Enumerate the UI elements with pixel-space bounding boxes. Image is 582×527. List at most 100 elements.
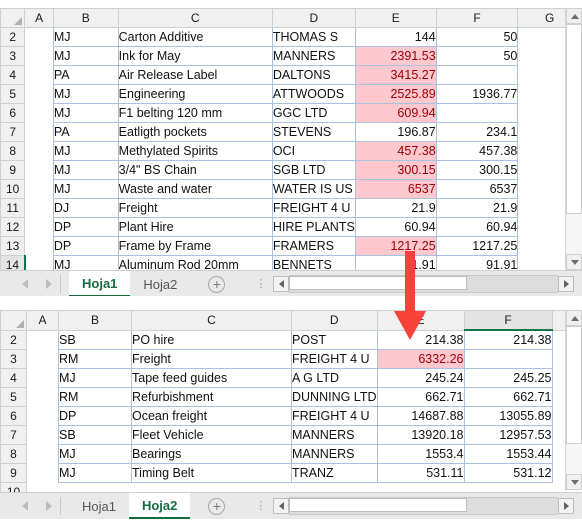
- sheet-tabs-bottom[interactable]: Hoja1 Hoja2: [69, 493, 191, 519]
- cell-E5[interactable]: 662.71: [376, 387, 465, 407]
- cell-C9[interactable]: Timing Belt: [131, 463, 292, 483]
- cell-B9[interactable]: MJ: [52, 160, 119, 180]
- cell-B2[interactable]: SB: [58, 329, 132, 350]
- cell-B8[interactable]: MJ: [58, 444, 132, 464]
- cell-D4[interactable]: A G LTD: [291, 368, 378, 388]
- table-row[interactable]: 8 MJ Methylated Spirits OCI 457.38 457.38: [0, 141, 582, 161]
- row-header-11[interactable]: 11: [0, 198, 26, 218]
- cell-C2[interactable]: PO hire: [131, 329, 292, 350]
- scroll-track[interactable]: [566, 214, 582, 254]
- cell-D10[interactable]: WATER IS US: [271, 179, 356, 199]
- cell-D4[interactable]: DALTONS: [271, 65, 356, 85]
- cell-E3[interactable]: 6332.26: [376, 349, 465, 369]
- cell-D3[interactable]: FREIGHT 4 U: [291, 349, 378, 369]
- cell-C11[interactable]: Freight: [117, 198, 273, 218]
- table-row[interactable]: 8 MJ Bearings MANNERS 1553.4 1553.44: [0, 444, 576, 464]
- cell-A11[interactable]: [24, 198, 54, 218]
- cell-B4[interactable]: MJ: [58, 368, 132, 388]
- cell-A2[interactable]: [24, 27, 54, 47]
- row-header-3[interactable]: 3: [0, 349, 27, 369]
- hscroll-left-button[interactable]: [273, 498, 290, 514]
- cell-E9[interactable]: 300.15: [354, 160, 437, 180]
- column-header-a[interactable]: A: [24, 8, 54, 28]
- cell-C4[interactable]: Tape feed guides: [131, 368, 292, 388]
- cell-A12[interactable]: [24, 217, 54, 237]
- cell-D6[interactable]: FREIGHT 4 U: [291, 406, 378, 426]
- sheet-nav-buttons[interactable]: [0, 279, 52, 289]
- cell-F12[interactable]: 60.94: [435, 217, 519, 237]
- cell-E7[interactable]: 196.87: [354, 122, 437, 142]
- cell-B7[interactable]: SB: [58, 425, 132, 445]
- cell-F5[interactable]: 1936.77: [435, 84, 519, 104]
- row-header-7[interactable]: 7: [0, 122, 26, 142]
- table-row[interactable]: 7 SB Fleet Vehicle MANNERS 13920.18 12957.53: [0, 425, 576, 445]
- row-header-4[interactable]: 4: [0, 368, 27, 388]
- cell-F13[interactable]: 1217.25: [435, 236, 519, 256]
- cell-F7[interactable]: 234.1: [435, 122, 519, 142]
- cell-A13[interactable]: [24, 236, 54, 256]
- cell-C3[interactable]: Ink for May: [117, 46, 273, 66]
- cell-D13[interactable]: FRAMERS: [271, 236, 356, 256]
- table-row[interactable]: 11 DJ Freight FREIGHT 4 U 21.9 21.9: [0, 198, 582, 218]
- cell-A5[interactable]: [26, 387, 59, 407]
- column-header-d[interactable]: D: [291, 310, 378, 331]
- scroll-down-button[interactable]: [566, 254, 582, 270]
- row-header-7[interactable]: 7: [0, 425, 27, 445]
- cell-A8[interactable]: [24, 141, 54, 161]
- sheet2-table[interactable]: A B C D E F 2 SB PO hire POST 214.38 214.38 3 RM Freig…: [0, 310, 577, 502]
- cell-B3[interactable]: MJ: [52, 46, 119, 66]
- cell-A10[interactable]: [24, 179, 54, 199]
- cell-D11[interactable]: FREIGHT 4 U: [271, 198, 356, 218]
- cell-A9[interactable]: [24, 160, 54, 180]
- cell-E2[interactable]: 144: [354, 27, 437, 47]
- hscroll-right-button[interactable]: [558, 498, 574, 514]
- cell-F6[interactable]: 13055.89: [463, 406, 553, 426]
- cell-E10[interactable]: 6537: [354, 179, 437, 199]
- row-header-6[interactable]: 6: [0, 103, 26, 123]
- cell-F9[interactable]: 531.12: [463, 463, 553, 483]
- cell-E7[interactable]: 13920.18: [376, 425, 465, 445]
- nav-previous-sheet-icon[interactable]: [22, 501, 28, 511]
- cell-A8[interactable]: [26, 444, 59, 464]
- cell-C10[interactable]: Waste and water: [117, 179, 273, 199]
- sheet-tab-hoja2[interactable]: Hoja2: [128, 493, 191, 519]
- hscroll-track[interactable]: [289, 275, 558, 293]
- cell-C13[interactable]: Frame by Frame: [117, 236, 273, 256]
- cell-F9[interactable]: 300.15: [435, 160, 519, 180]
- sheet-tab-bar-top[interactable]: Hoja1 Hoja2 + ⋮: [0, 270, 582, 297]
- scroll-track[interactable]: [566, 444, 582, 474]
- cell-E3[interactable]: 2391.53: [354, 46, 437, 66]
- cell-C4[interactable]: Air Release Label: [117, 65, 273, 85]
- cell-C9[interactable]: 3/4" BS Chain: [117, 160, 273, 180]
- cell-A7[interactable]: [26, 425, 59, 445]
- horizontal-scrollbar-bottom[interactable]: [273, 497, 574, 515]
- scroll-thumb[interactable]: [566, 24, 582, 214]
- row-header-2[interactable]: 2: [0, 329, 27, 350]
- cell-D9[interactable]: SGB LTD: [271, 160, 356, 180]
- sheet-tab-hoja1[interactable]: Hoja1: [69, 493, 129, 519]
- row-header-8[interactable]: 8: [0, 141, 26, 161]
- cell-E5[interactable]: 2525.89: [354, 84, 437, 104]
- cell-B5[interactable]: RM: [58, 387, 132, 407]
- sheet-nav-buttons[interactable]: [0, 501, 52, 511]
- sheet1-table[interactable]: A B C D E F G 2 MJ Carton Additive THOMAS S 144 50 3 M…: [0, 8, 582, 275]
- sheet-tab-hoja2[interactable]: Hoja2: [130, 271, 190, 297]
- table-row[interactable]: 2 MJ Carton Additive THOMAS S 144 50: [0, 27, 582, 47]
- scroll-up-button[interactable]: [566, 310, 582, 326]
- cell-E9[interactable]: 531.11: [376, 463, 465, 483]
- horizontal-scrollbar-top[interactable]: [273, 275, 574, 293]
- row-header-5[interactable]: 5: [0, 84, 26, 104]
- cell-A6[interactable]: [26, 406, 59, 426]
- cell-F3[interactable]: 50: [435, 46, 519, 66]
- cell-F8[interactable]: 1553.44: [463, 444, 553, 464]
- table-row[interactable]: 4 PA Air Release Label DALTONS 3415.27: [0, 65, 582, 85]
- vertical-scrollbar-hoja1[interactable]: [565, 8, 582, 270]
- nav-previous-sheet-icon[interactable]: [22, 279, 28, 289]
- table-row[interactable]: 5 MJ Engineering ATTWOODS 2525.89 1936.77: [0, 84, 582, 104]
- row-header-12[interactable]: 12: [0, 217, 26, 237]
- row-header-9[interactable]: 9: [0, 463, 27, 483]
- cell-B3[interactable]: RM: [58, 349, 132, 369]
- table-row[interactable]: 5 RM Refurbishment DUNNING LTD 662.71 662.71: [0, 387, 576, 407]
- cell-D6[interactable]: GGC LTD: [271, 103, 356, 123]
- column-header-b[interactable]: B: [52, 8, 119, 28]
